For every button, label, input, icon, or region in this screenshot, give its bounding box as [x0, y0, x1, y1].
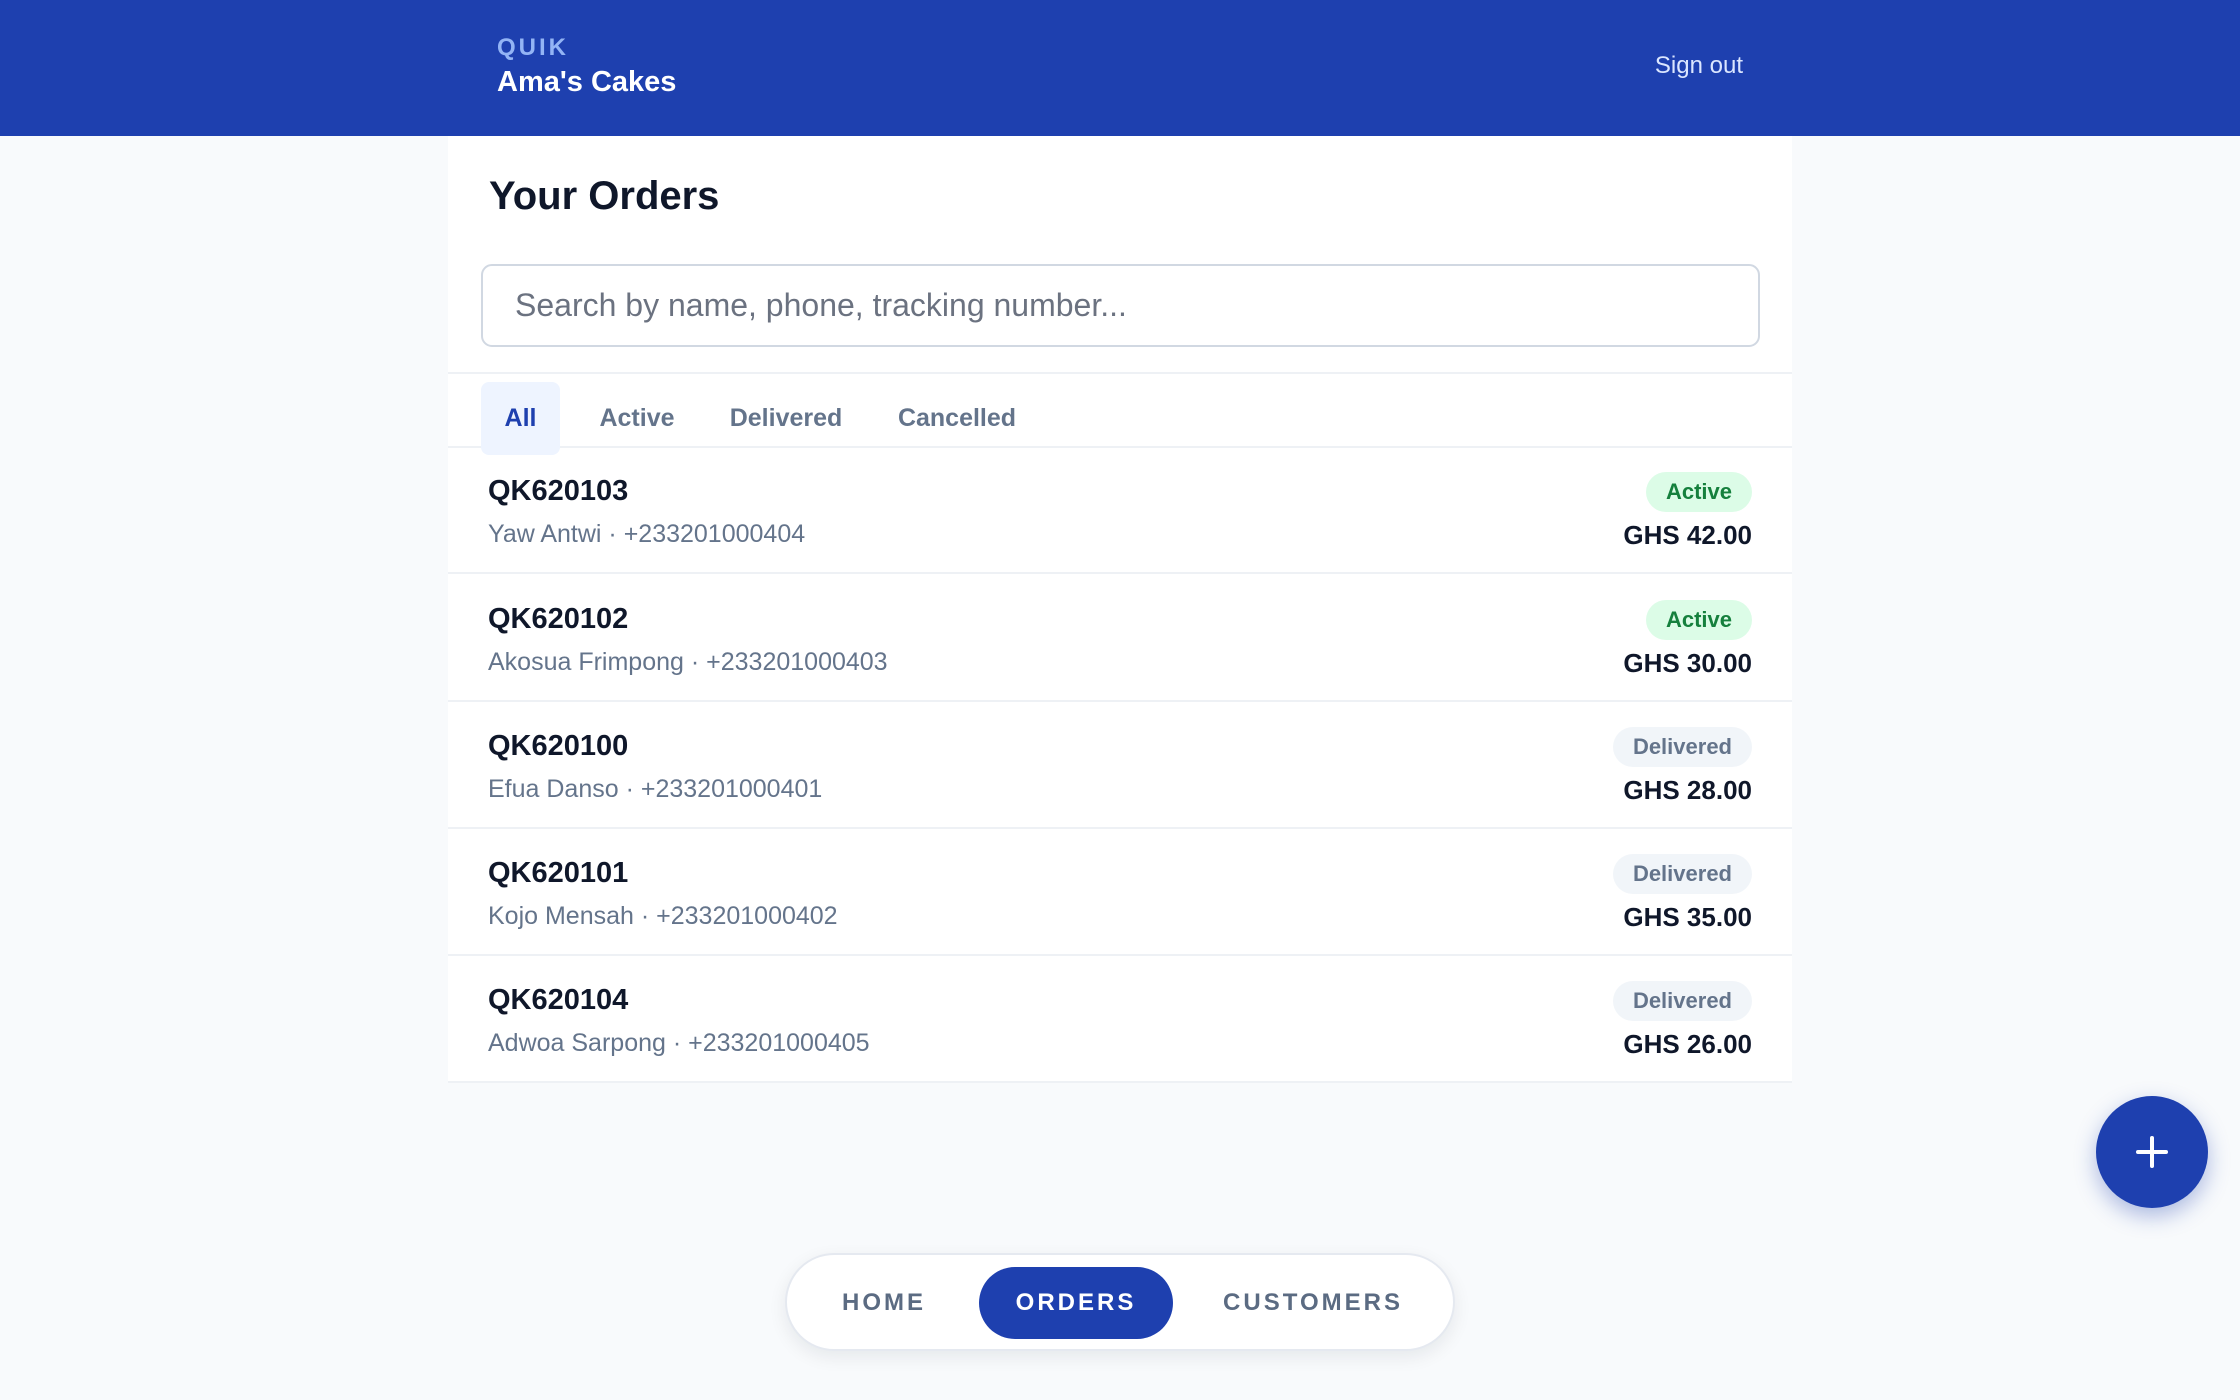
top-bar: QUIK Ama's Cakes Sign out	[0, 0, 2240, 136]
order-tracking-number: QK620103	[488, 475, 629, 507]
status-badge: Active	[1645, 472, 1752, 512]
order-customer-info: Adwoa Sarpong · +233201000405	[488, 1029, 870, 1057]
order-row[interactable]: QK620101 Kojo Mensah · +233201000402 Del…	[448, 830, 1792, 956]
page-title: Your Orders	[489, 174, 720, 218]
order-row[interactable]: QK620100 Efua Danso · +233201000401 Deli…	[448, 703, 1792, 829]
nav-customers[interactable]: CUSTOMERS	[1193, 1267, 1433, 1339]
search-input[interactable]	[481, 264, 1760, 347]
status-badge: Delivered	[1612, 727, 1752, 767]
order-tracking-number: QK620100	[488, 730, 629, 762]
status-badge: Active	[1645, 600, 1752, 640]
order-customer-info: Efua Danso · +233201000401	[488, 775, 823, 803]
add-order-button[interactable]	[2096, 1096, 2208, 1208]
status-badge: Delivered	[1612, 981, 1752, 1021]
brand-label: QUIK	[497, 34, 569, 61]
tab-cancelled[interactable]: Cancelled	[878, 382, 1036, 455]
order-tracking-number: QK620101	[488, 857, 629, 889]
bottom-nav: HOME ORDERS CUSTOMERS	[785, 1253, 1455, 1351]
order-amount: GHS 35.00	[1623, 902, 1752, 932]
order-amount: GHS 26.00	[1623, 1029, 1752, 1059]
status-badge: Delivered	[1612, 854, 1752, 894]
tab-delivered[interactable]: Delivered	[712, 382, 860, 455]
order-amount: GHS 28.00	[1623, 775, 1752, 805]
tab-all[interactable]: All	[481, 382, 560, 455]
filter-tabs: All Active Delivered Cancelled	[448, 372, 1792, 455]
plus-icon	[2136, 1136, 2168, 1168]
business-name: Ama's Cakes	[497, 66, 677, 98]
order-customer-info: Akosua Frimpong · +233201000403	[488, 648, 888, 676]
order-row[interactable]: QK620104 Adwoa Sarpong · +233201000405 D…	[448, 957, 1792, 1083]
order-amount: GHS 30.00	[1623, 648, 1752, 678]
nav-home[interactable]: HOME	[809, 1267, 959, 1339]
order-customer-info: Kojo Mensah · +233201000402	[488, 902, 838, 930]
tab-active[interactable]: Active	[576, 382, 698, 455]
order-row[interactable]: QK620103 Yaw Antwi · +233201000404 Activ…	[448, 448, 1792, 574]
order-row[interactable]: QK620102 Akosua Frimpong · +233201000403…	[448, 576, 1792, 702]
nav-orders[interactable]: ORDERS	[979, 1267, 1173, 1339]
sign-out-link[interactable]: Sign out	[1655, 52, 1743, 80]
order-customer-info: Yaw Antwi · +233201000404	[488, 520, 806, 548]
orders-panel: Your Orders All Active Delivered Cancell…	[448, 136, 1792, 1083]
order-tracking-number: QK620104	[488, 984, 629, 1016]
order-tracking-number: QK620102	[488, 603, 629, 635]
order-amount: GHS 42.00	[1623, 520, 1752, 550]
